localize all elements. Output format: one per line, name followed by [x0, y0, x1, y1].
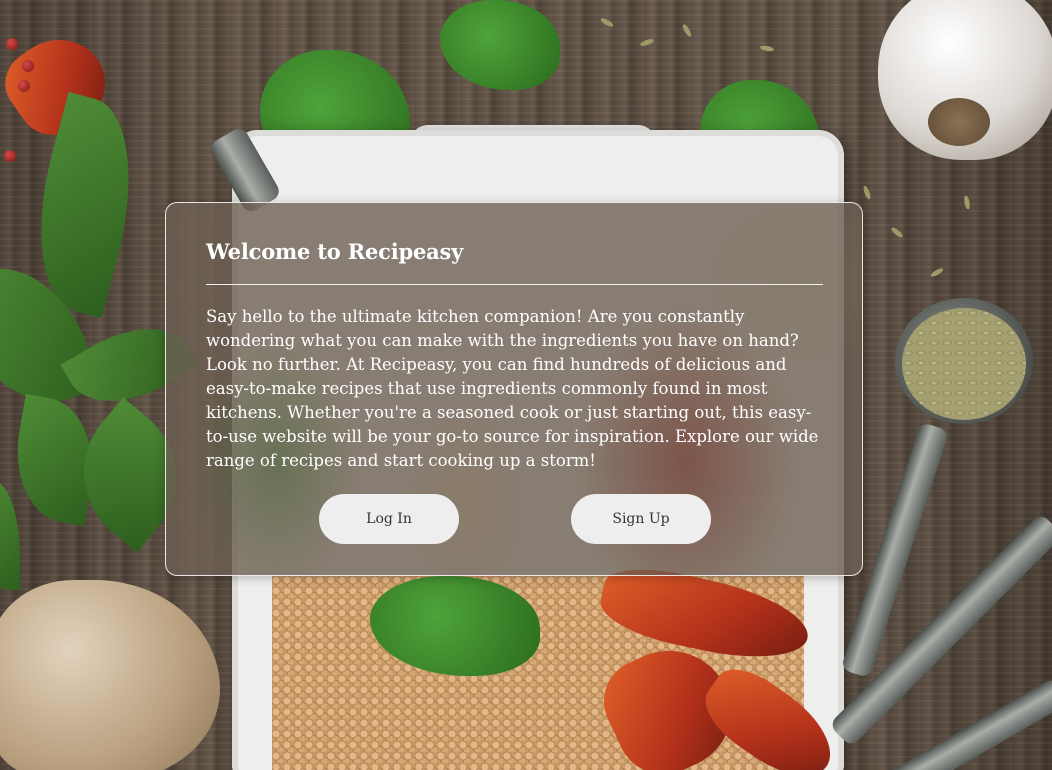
dialog-actions: Log In Sign Up [319, 494, 711, 544]
fennel-seeds-in-spoon [902, 308, 1026, 420]
peppercorn [22, 60, 34, 72]
log-in-button[interactable]: Log In [319, 494, 459, 544]
sign-up-button[interactable]: Sign Up [571, 494, 711, 544]
peppercorn [4, 150, 16, 162]
dialog-content: Welcome to Recipeasy Say hello to the ul… [166, 239, 862, 473]
peppercorn [6, 38, 18, 50]
peppercorn [18, 80, 30, 92]
garlic-bulb [878, 0, 1052, 160]
welcome-dialog: Welcome to Recipeasy Say hello to the ul… [165, 202, 863, 576]
dialog-title: Welcome to Recipeasy [206, 239, 464, 264]
dialog-description: Say hello to the ultimate kitchen compan… [206, 307, 819, 470]
title-divider [206, 284, 823, 285]
